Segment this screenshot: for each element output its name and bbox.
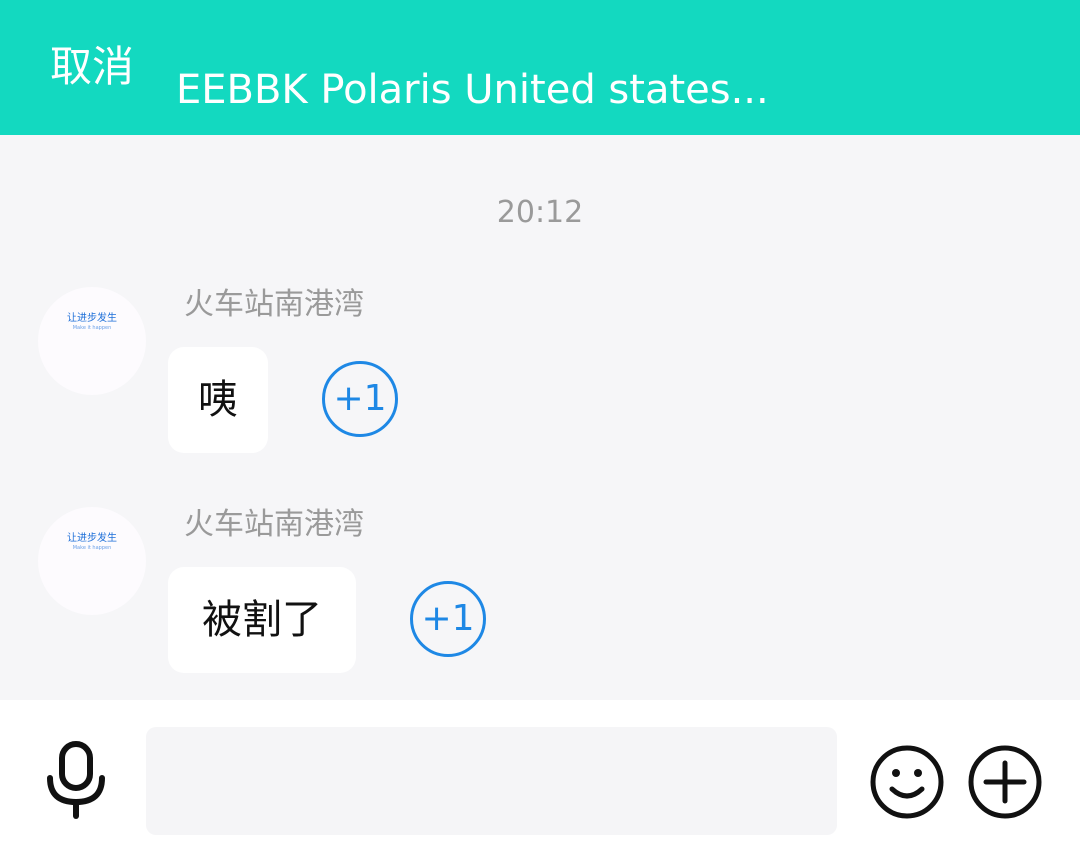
avatar-tagline-text: Make it happen [72, 545, 112, 551]
avatar-logo-text: 让进步发生 [67, 313, 117, 324]
message-item: 让进步发生 Make it happen 火车站南港湾 咦 +1 [0, 285, 1080, 485]
chat-area[interactable]: 20:12 让进步发生 Make it happen 火车站南港湾 咦 +1 让… [0, 135, 1080, 700]
avatar[interactable]: 让进步发生 Make it happen [38, 287, 146, 395]
emoji-icon[interactable] [868, 743, 946, 821]
header-bar: 取消 EEBBK Polaris United states... [0, 0, 1080, 135]
sender-name: 火车站南港湾 [184, 287, 364, 322]
microphone-icon[interactable] [38, 740, 114, 820]
sender-name: 火车站南港湾 [184, 507, 364, 542]
message-timestamp: 20:12 [496, 195, 584, 230]
message-bubble[interactable]: 被割了 [168, 567, 356, 673]
plus-icon[interactable] [966, 743, 1044, 821]
message-bubble[interactable]: 咦 [168, 347, 268, 453]
chat-title: EEBBK Polaris United states... [176, 67, 769, 113]
message-item: 让进步发生 Make it happen 火车站南港湾 被割了 +1 [0, 505, 1080, 705]
plus-one-button[interactable]: +1 [322, 361, 398, 437]
avatar-logo-text: 让进步发生 [67, 533, 117, 544]
avatar[interactable]: 让进步发生 Make it happen [38, 507, 146, 615]
message-input[interactable] [146, 727, 837, 835]
plus-one-button[interactable]: +1 [410, 581, 486, 657]
avatar-tagline-text: Make it happen [72, 325, 112, 331]
cancel-button[interactable]: 取消 [50, 40, 134, 94]
composer-bar [0, 700, 1080, 862]
